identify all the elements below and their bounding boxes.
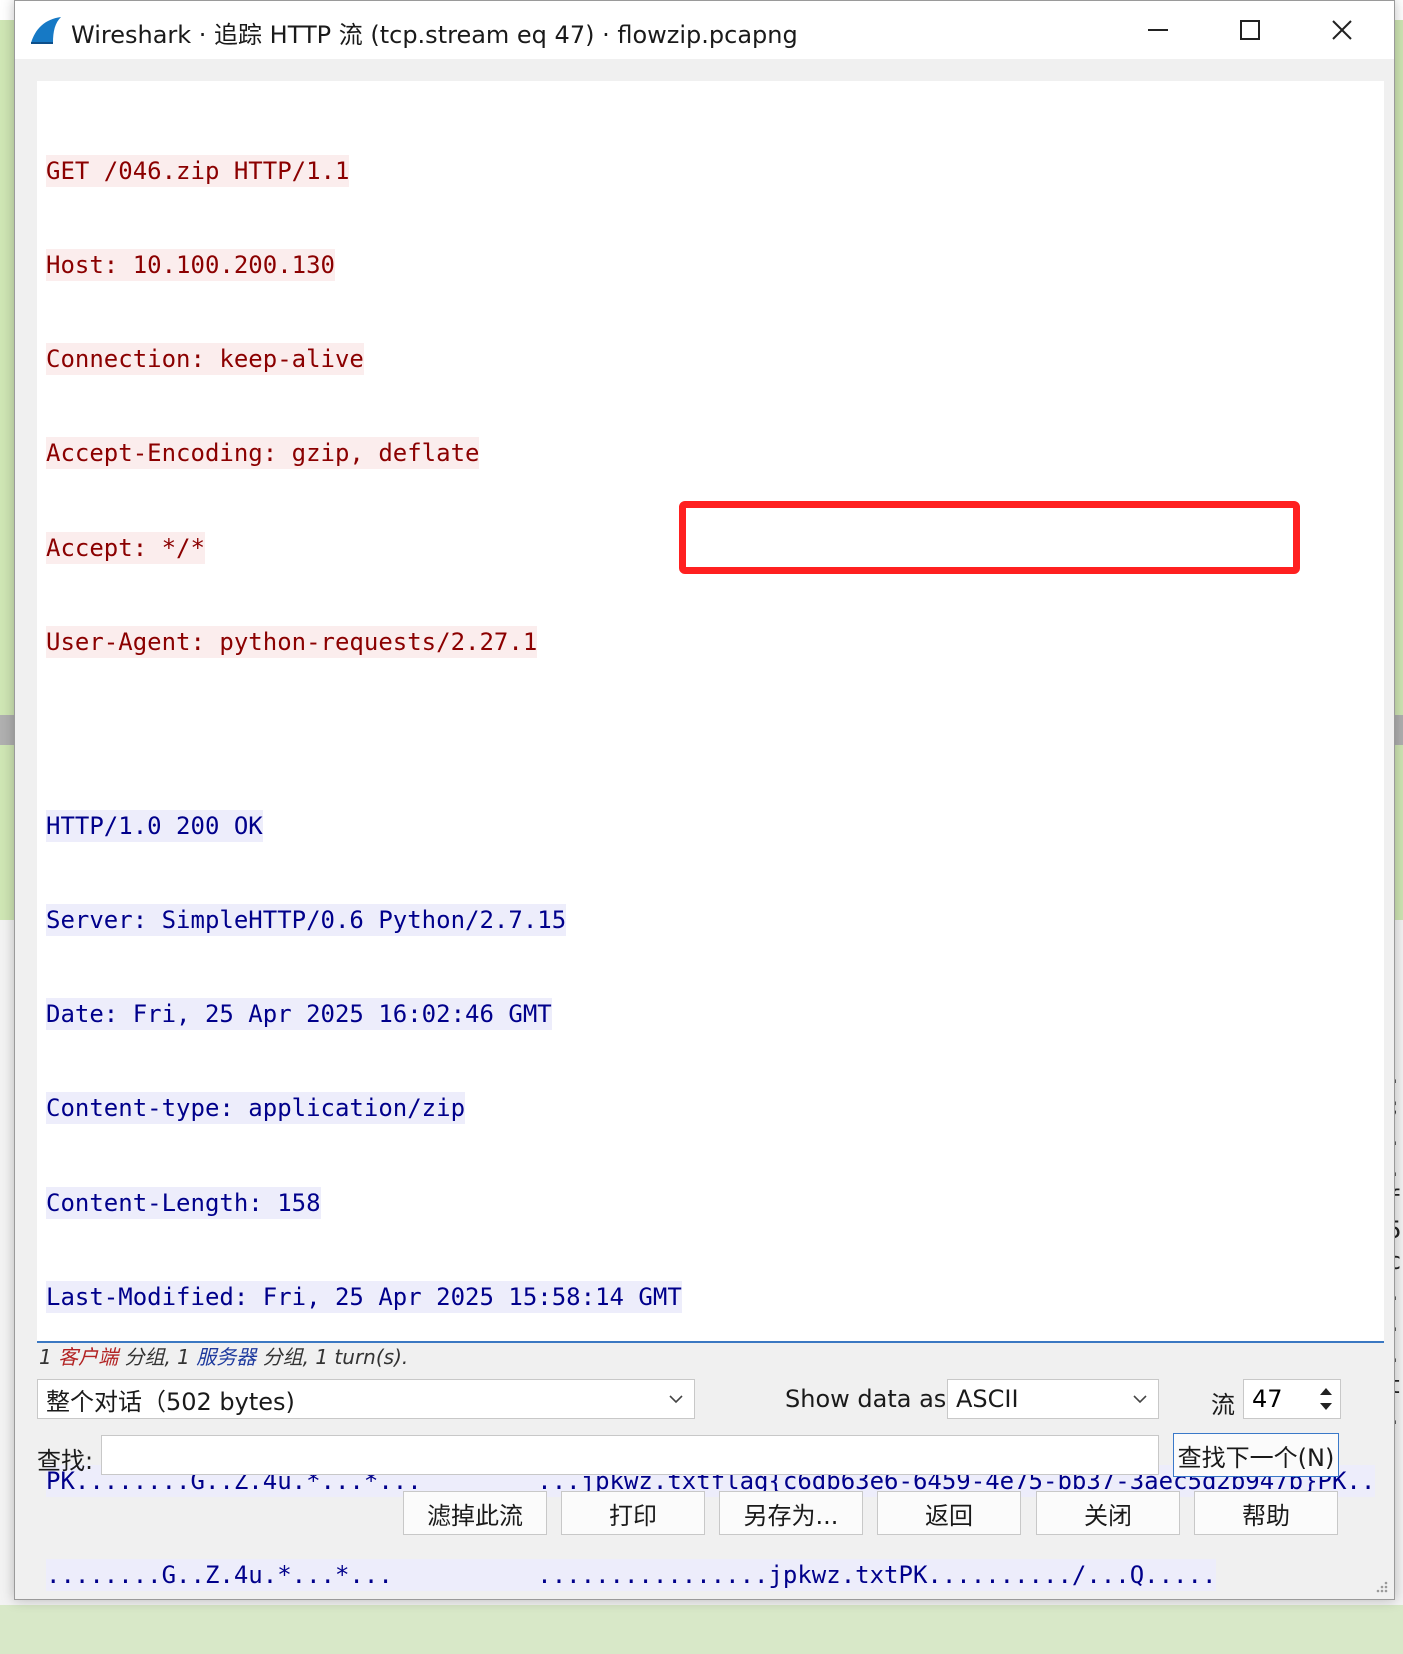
show-data-as-label: Show data as [785,1385,947,1413]
stream-number-label: 流 [1211,1391,1235,1419]
response-line: Date: Fri, 25 Apr 2025 16:02:46 GMT [46,998,552,1031]
server-label: 服务器 [196,1345,257,1369]
save-as-button[interactable]: 另存为... [719,1491,863,1535]
flag-highlight-annotation [679,501,1300,574]
window-title: Wireshark · 追踪 HTTP 流 (tcp.stream eq 47)… [71,21,798,49]
find-label: 查找: [37,1447,94,1475]
conversation-select[interactable]: 整个对话（502 bytes) [37,1379,695,1419]
resize-grip-icon[interactable] [1374,1579,1388,1593]
client-label: 客户端 [58,1345,119,1369]
response-line: HTTP/1.0 200 OK [46,809,263,842]
response-body-line: ........G..Z.4u.*...*... ...............… [46,1559,1217,1592]
minimize-icon [1148,29,1168,31]
stream-text: GET /046.zip HTTP/1.1 Host: 10.100.200.1… [46,93,1376,1654]
chevron-down-icon [669,1395,683,1404]
print-button[interactable]: 打印 [561,1491,705,1535]
request-line: Host: 10.100.200.130 [46,249,335,282]
response-line: Last-Modified: Fri, 25 Apr 2025 15:58:14… [46,1280,682,1313]
stream-number-spinbox[interactable]: 47 [1243,1379,1341,1419]
response-line: Content-type: application/zip [46,1092,466,1125]
close-icon [1332,20,1352,40]
background-packet-list-left [0,20,14,920]
request-line: Connection: keep-alive [46,343,364,376]
minimize-button[interactable] [1112,1,1204,59]
chevron-down-icon [1133,1395,1147,1404]
back-button[interactable]: 返回 [877,1491,1021,1535]
filter-out-stream-button[interactable]: 滤掉此流 [403,1491,547,1535]
response-line: Content-Length: 158 [46,1186,321,1219]
maximize-button[interactable] [1204,1,1296,59]
close-window-button[interactable] [1296,1,1388,59]
request-line: GET /046.zip HTTP/1.1 [46,154,350,187]
request-line: User-Agent: python-requests/2.27.1 [46,625,538,658]
maximize-icon [1240,20,1260,40]
packet-stats-summary: 1 客户端 分组, 1 服务器 分组, 1 turn(s). [39,1345,409,1369]
response-line: Server: SimpleHTTP/0.6 Python/2.7.15 [46,904,567,937]
title-bar[interactable]: Wireshark · 追踪 HTTP 流 (tcp.stream eq 47)… [15,1,1394,59]
find-next-button[interactable]: 查找下一个(N) [1173,1433,1339,1477]
spin-up-icon [1320,1388,1332,1395]
close-button[interactable]: 关闭 [1036,1491,1180,1535]
follow-stream-dialog: Wireshark · 追踪 HTTP 流 (tcp.stream eq 47)… [14,0,1395,1600]
request-line: Accept-Encoding: gzip, deflate [46,437,480,470]
spin-down-icon [1320,1403,1332,1410]
find-input[interactable] [101,1435,1159,1475]
show-data-as-select[interactable]: ASCII [947,1379,1159,1419]
spin-arrows[interactable] [1316,1382,1336,1416]
wireshark-fin-icon [31,17,61,44]
background-selected-row-left [0,715,14,745]
stream-content-view[interactable]: GET /046.zip HTTP/1.1 Host: 10.100.200.1… [37,81,1384,1592]
help-button[interactable]: 帮助 [1194,1491,1338,1535]
